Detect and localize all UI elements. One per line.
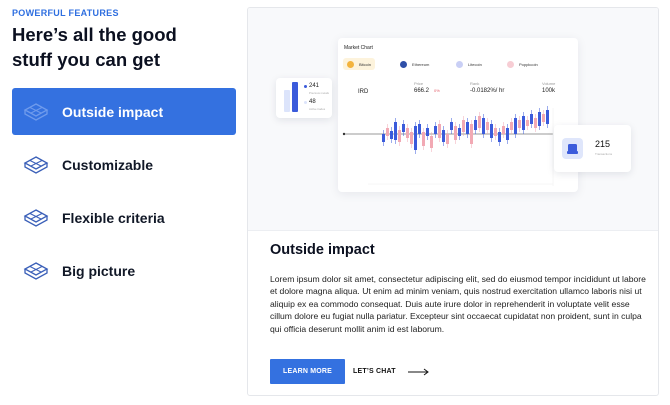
candle-body: [426, 128, 429, 136]
candle-body: [394, 122, 397, 140]
arrow-right-icon: [407, 368, 429, 375]
candle-body: [462, 120, 465, 132]
feature-label: Flexible criteria: [62, 209, 165, 226]
mini-stat-value: 48: [309, 99, 316, 105]
mini-stat-label: Active trades: [309, 107, 326, 111]
mini-stat-label: Precious metals: [309, 91, 329, 95]
candle-body: [422, 132, 425, 146]
candle-body: [486, 122, 489, 130]
candle-body: [478, 116, 481, 128]
feature-list: Outside impact Customizable Flexible cri…: [12, 88, 236, 300]
cube-outline-icon: [22, 261, 50, 281]
candle-body: [538, 112, 541, 126]
candle-body: [398, 130, 401, 142]
candle-body: [510, 122, 513, 130]
candle-body: [546, 110, 549, 124]
candle-body: [458, 128, 461, 136]
candle-body: [450, 122, 453, 130]
candle-body: [430, 136, 433, 148]
candle-body: [446, 134, 449, 144]
candle-body: [542, 114, 545, 122]
candle-body: [454, 126, 457, 140]
lets-chat-link[interactable]: LET’S CHAT: [353, 359, 430, 384]
candle-body: [518, 120, 521, 128]
candle-body: [470, 124, 473, 144]
mini-bar-icon: [284, 82, 298, 112]
feature-detail-body: Lorem ipsum dolor sit amet, consectetur …: [270, 274, 646, 334]
market-chart-card: Market Chart Bitcoin Ethereum Litecoin P…: [338, 38, 578, 192]
candle-body: [386, 128, 389, 136]
cube-outline-icon: [22, 208, 50, 228]
dashboard-preview-illustration: Market Chart Bitcoin Ethereum Litecoin P…: [248, 8, 658, 231]
candle-body: [526, 120, 529, 126]
candle-body: [514, 118, 517, 134]
feature-label: Outside impact: [62, 103, 164, 120]
candle-body: [442, 130, 445, 142]
candle-body: [502, 126, 505, 134]
candle-body: [414, 126, 417, 150]
transactions-badge-card: 215 Transactions: [554, 125, 631, 172]
candle-body: [382, 134, 385, 142]
badge-label: Transactions: [595, 152, 613, 156]
section-headline: Here’s all the good stuff you can get: [12, 24, 177, 70]
candle-body: [534, 118, 537, 128]
summary-mini-card: 241 Precious metals 48 Active trades: [276, 78, 332, 118]
feature-detail-title: Outside impact: [270, 242, 375, 258]
candle-body: [466, 122, 469, 134]
candle-body: [490, 124, 493, 138]
candle-body: [498, 132, 501, 142]
feature-label: Customizable: [62, 156, 154, 173]
feature-label: Big picture: [62, 262, 136, 279]
candlestick-chart: [342, 106, 554, 186]
series-dot-icon: [304, 85, 307, 88]
cube-outline-icon: [22, 102, 50, 122]
candle-body: [494, 128, 497, 136]
cube-outline-icon: [22, 155, 50, 175]
candle-body: [506, 128, 509, 140]
candle-body: [406, 128, 409, 138]
candle-body: [522, 116, 525, 130]
feature-item-outside-impact[interactable]: Outside impact: [12, 88, 236, 135]
candle-body: [482, 118, 485, 134]
wallet-icon: [562, 138, 583, 159]
feature-item-big-picture[interactable]: Big picture: [12, 247, 236, 294]
mini-stat-value: 241: [309, 83, 320, 89]
candle-body: [410, 132, 413, 144]
candle-body: [390, 131, 393, 139]
candle-body: [438, 124, 441, 138]
candle-body: [434, 126, 437, 134]
feature-detail-card: Market Chart Bitcoin Ethereum Litecoin P…: [247, 7, 659, 396]
series-dot-icon: [304, 101, 307, 104]
candle-body: [418, 124, 421, 134]
candle-body: [474, 120, 477, 130]
feature-item-customizable[interactable]: Customizable: [12, 141, 236, 188]
candle-body: [402, 124, 405, 132]
feature-item-flexible-criteria[interactable]: Flexible criteria: [12, 194, 236, 241]
learn-more-button[interactable]: LEARN MORE: [270, 359, 345, 384]
lets-chat-label: LET’S CHAT: [353, 368, 396, 375]
eyebrow: POWERFUL FEATURES: [12, 8, 119, 18]
badge-value: 215: [595, 139, 611, 149]
candle-body: [530, 114, 533, 124]
